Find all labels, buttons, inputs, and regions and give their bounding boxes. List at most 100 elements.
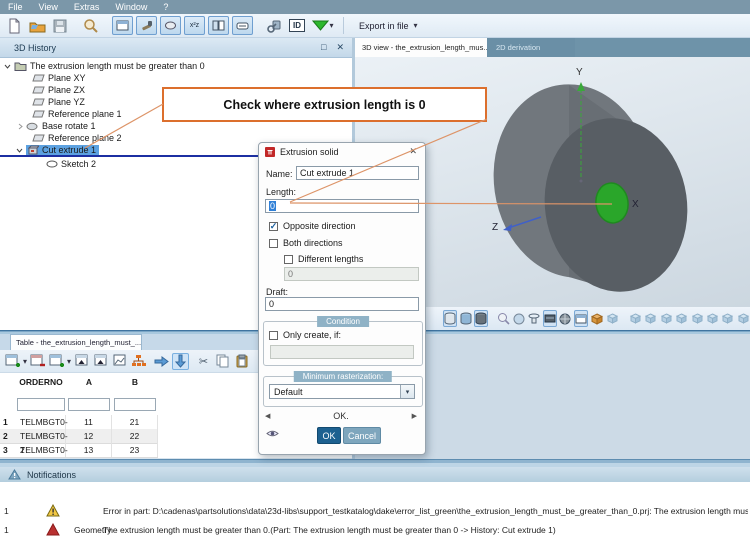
- export-in-file-button[interactable]: Export in file ▾: [351, 19, 426, 33]
- cylinder-view-button-1[interactable]: [443, 310, 457, 327]
- view-right-button[interactable]: [675, 310, 688, 327]
- name-field[interactable]: Cut extrude 1: [296, 166, 419, 180]
- notification-row[interactable]: 1 Geometry The extrusion length must be …: [0, 523, 750, 539]
- view-back-button[interactable]: [644, 310, 657, 327]
- transfer-down-button[interactable]: [172, 353, 189, 370]
- new-document-button[interactable]: [4, 16, 24, 35]
- cell-b[interactable]: 21: [112, 415, 158, 429]
- tab-3d-view[interactable]: 3D view - the_extrusion_length_mus...: [355, 38, 487, 57]
- cylinder-view-button-2[interactable]: [459, 310, 472, 327]
- menu-view[interactable]: View: [31, 2, 66, 12]
- dimension-toggle-button[interactable]: [232, 16, 253, 35]
- cell-orderno[interactable]: TELMBGT0-3: [16, 443, 66, 457]
- tree-item-plane-xy[interactable]: Plane XY: [32, 72, 86, 84]
- tree-item-base-rotate-1[interactable]: Base rotate 1: [18, 120, 96, 132]
- cell-a[interactable]: 13: [66, 443, 112, 457]
- part-link-button[interactable]: [264, 16, 284, 35]
- tree-item-sketch-2[interactable]: Sketch 2: [46, 158, 96, 170]
- hierarchy-button[interactable]: [130, 353, 147, 370]
- insert-above-button[interactable]: [73, 353, 90, 370]
- different-lengths-option[interactable]: Different lengths: [284, 254, 363, 264]
- view-iso-2-button[interactable]: [721, 310, 734, 327]
- menu-file[interactable]: File: [0, 2, 31, 12]
- save-button[interactable]: [50, 16, 70, 35]
- table-toggle-button[interactable]: [208, 16, 229, 35]
- tree-item-plane-zx[interactable]: Plane ZX: [32, 84, 85, 96]
- preview-eye-button[interactable]: [266, 429, 279, 438]
- ok-button[interactable]: OK: [317, 427, 341, 444]
- tab-2d-derivation[interactable]: 2D derivation: [487, 38, 575, 57]
- filter-input-b[interactable]: [114, 398, 156, 411]
- tools-toggle-button[interactable]: [136, 16, 157, 35]
- tree-item-plane-yz[interactable]: Plane YZ: [32, 96, 85, 108]
- view-top-button[interactable]: [690, 310, 703, 327]
- search-button[interactable]: [81, 16, 101, 35]
- sphere-view-button[interactable]: [512, 310, 525, 327]
- menu-help[interactable]: ?: [155, 2, 176, 12]
- variables-toggle-button[interactable]: x²z: [184, 16, 205, 35]
- different-lengths-checkbox[interactable]: [284, 255, 293, 264]
- copy-button[interactable]: [214, 353, 231, 370]
- only-create-option[interactable]: Only create, if:: [269, 330, 341, 340]
- mesh-view-button[interactable]: [559, 310, 572, 327]
- add-column-button[interactable]: [48, 353, 65, 370]
- length-field[interactable]: 0: [265, 199, 419, 213]
- both-directions-checkbox[interactable]: [269, 239, 278, 248]
- add-row-button[interactable]: [4, 353, 21, 370]
- notifications-header[interactable]: Notifications: [0, 467, 750, 482]
- zoom-view-button[interactable]: [496, 310, 509, 327]
- tree-item-reference-plane-1[interactable]: Reference plane 1: [32, 108, 122, 120]
- quick-export-button[interactable]: ▾: [310, 16, 336, 35]
- panel-close-button[interactable]: ✕: [336, 42, 344, 53]
- cell-a[interactable]: 12: [66, 429, 112, 443]
- open-button[interactable]: [27, 16, 47, 35]
- rotate-view-button[interactable]: [527, 310, 540, 327]
- sketch-toggle-button[interactable]: [160, 16, 181, 35]
- table-row[interactable]: 3 TELMBGT0-3 13 23: [0, 443, 158, 458]
- add-row-caret-icon[interactable]: ▾: [23, 357, 27, 366]
- menu-window[interactable]: Window: [107, 2, 155, 12]
- table-statistics-button[interactable]: [111, 353, 128, 370]
- cell-b[interactable]: 23: [112, 443, 158, 457]
- bottom-splitter[interactable]: [0, 459, 750, 467]
- cancel-button[interactable]: Cancel: [343, 427, 381, 444]
- insert-below-button[interactable]: [92, 353, 109, 370]
- combo-dropdown-button[interactable]: ▾: [400, 385, 414, 398]
- panel-maximize-button[interactable]: □: [321, 42, 326, 53]
- filter-input-orderno[interactable]: [17, 398, 65, 411]
- table-row[interactable]: 2 TELMBGT0-2 12 22: [0, 429, 158, 444]
- cell-orderno[interactable]: TELMBGT0-2: [16, 429, 66, 443]
- id-button[interactable]: ID: [287, 16, 307, 35]
- shaded-view-button[interactable]: [574, 310, 588, 327]
- cell-a[interactable]: 11: [66, 415, 112, 429]
- opposite-direction-checkbox[interactable]: ✓: [269, 222, 278, 231]
- dialog-close-button[interactable]: ✕: [409, 146, 417, 157]
- cylinder-view-button-3[interactable]: [474, 310, 488, 327]
- view-left-button[interactable]: [660, 310, 673, 327]
- render-mode-button[interactable]: [543, 310, 557, 327]
- draft-field[interactable]: 0: [265, 297, 419, 311]
- opposite-direction-option[interactable]: ✓ Opposite direction: [269, 221, 356, 231]
- tree-item-reference-plane-2[interactable]: Reference plane 2: [32, 132, 122, 144]
- orange-cube-button[interactable]: [590, 310, 603, 327]
- both-directions-option[interactable]: Both directions: [269, 238, 343, 248]
- table-panel-tab[interactable]: Table - the_extrusion_length_must_...: [10, 334, 142, 350]
- min-rasterization-select[interactable]: Default ▾: [269, 384, 415, 399]
- history-panel-toggle-button[interactable]: [112, 16, 133, 35]
- cell-b[interactable]: 22: [112, 429, 158, 443]
- view-front-button[interactable]: [629, 310, 642, 327]
- notification-row[interactable]: 1 Error in part: D:\cadenas\partsolution…: [0, 504, 750, 520]
- tree-item-root[interactable]: The extrusion length must be greater tha…: [4, 60, 205, 72]
- only-create-checkbox[interactable]: [269, 331, 278, 340]
- view-bottom-button[interactable]: [706, 310, 719, 327]
- cell-orderno[interactable]: TELMBGT0-1: [16, 415, 66, 429]
- view-iso-3-button[interactable]: [737, 310, 750, 327]
- delete-row-button[interactable]: [29, 353, 46, 370]
- table-row[interactable]: 1 TELMBGT0-1 11 21: [0, 415, 158, 430]
- cut-button[interactable]: ✂: [195, 353, 212, 370]
- nav-next-button[interactable]: ▶: [412, 412, 417, 420]
- menu-extras[interactable]: Extras: [66, 2, 108, 12]
- paste-button[interactable]: [233, 353, 250, 370]
- add-column-caret-icon[interactable]: ▾: [67, 357, 71, 366]
- filter-input-a[interactable]: [68, 398, 110, 411]
